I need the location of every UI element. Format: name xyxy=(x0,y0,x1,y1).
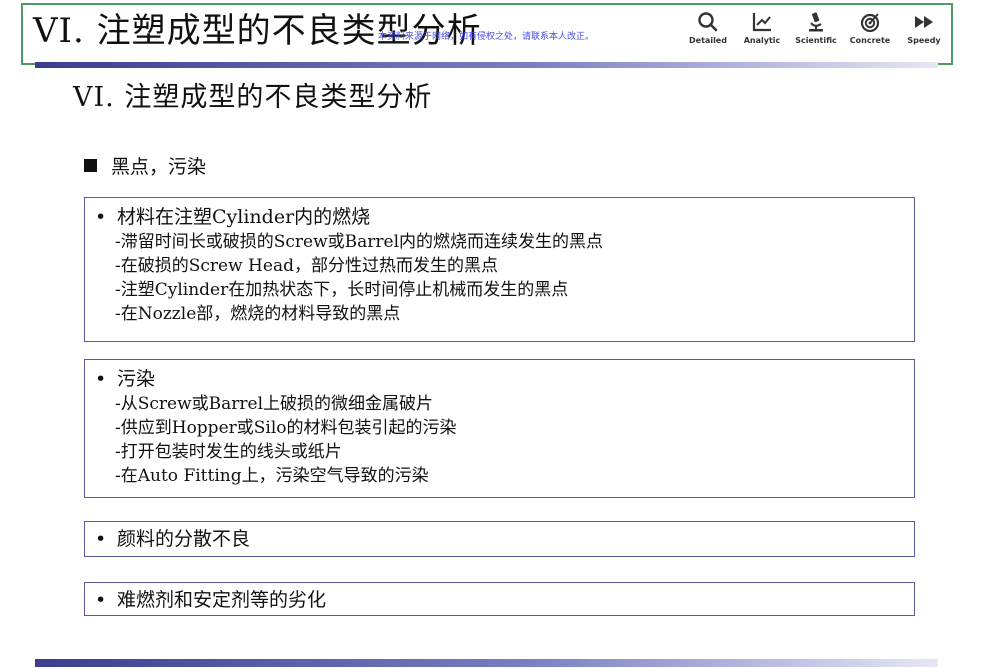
analytic-label: Analytic xyxy=(743,36,781,45)
bullet-heading: • 污染 xyxy=(95,366,904,392)
section-heading: 黑点，污染 xyxy=(84,152,206,179)
list-item: -打开包装时发生的线头或纸片 xyxy=(115,442,342,462)
list-item: -滞留时间长或破损的Screw或Barrel内的燃烧而连续发生的黑点 xyxy=(115,232,604,252)
content-box-flame-retardant: • 难燃剂和安定剂等的劣化 xyxy=(84,582,915,616)
bullet-text: 污染 xyxy=(117,368,156,390)
top-divider xyxy=(35,62,938,68)
bullet-text: 材料在注塑Cylinder内的燃烧 xyxy=(117,206,371,228)
detailed-label: Detailed xyxy=(689,36,727,45)
concrete-badge: Concrete xyxy=(843,11,897,45)
content-box-contamination: • 污染 -从Screw或Barrel上破损的微细金属破片 -供应到Hopper或… xyxy=(84,359,915,498)
list-item: -注塑Cylinder在加热状态下，长时间停止机械而发生的黑点 xyxy=(115,280,569,300)
scientific-label: Scientific xyxy=(795,36,837,45)
content-box-combustion: • 材料在注塑Cylinder内的燃烧 -滞留时间长或破损的Screw或Barre… xyxy=(84,197,915,342)
header-banner: VI. 注塑成型的不良类型分析 本资料来源于网络，如有侵权之处，请联系本人改正。… xyxy=(21,3,953,65)
square-bullet-icon xyxy=(84,159,97,172)
microscope-icon xyxy=(809,12,823,32)
list-item: -在Auto Fitting上，污染空气导致的污染 xyxy=(115,466,429,486)
bullet-heading: • 难燃剂和安定剂等的劣化 xyxy=(95,589,904,611)
list-item: -供应到Hopper或Silo的材料包装引起的污染 xyxy=(115,418,457,438)
analytic-badge: Analytic xyxy=(735,11,789,45)
list-item: -从Screw或Barrel上破损的微细金属破片 xyxy=(115,394,434,414)
bullet-dot-icon: • xyxy=(95,528,107,550)
header-icon-row: Detailed Analytic Scientific Concrete Sp… xyxy=(681,11,951,45)
bullet-text: 难燃剂和安定剂等的劣化 xyxy=(117,589,327,611)
fast-forward-icon xyxy=(915,16,933,28)
section-heading-text: 黑点，污染 xyxy=(111,156,207,178)
speedy-badge: Speedy xyxy=(897,11,951,45)
bullet-heading: • 颜料的分散不良 xyxy=(95,528,904,550)
page-title: VI. 注塑成型的不良类型分析 xyxy=(73,82,433,113)
bullet-dot-icon: • xyxy=(95,206,107,228)
detailed-badge: Detailed xyxy=(681,11,735,45)
bullet-text: 颜料的分散不良 xyxy=(117,528,251,550)
bullet-dot-icon: • xyxy=(95,368,107,390)
concrete-label: Concrete xyxy=(849,36,891,45)
list-item: -在Nozzle部，燃烧的材料导致的黑点 xyxy=(115,304,401,324)
scientific-badge: Scientific xyxy=(789,11,843,45)
bullet-dot-icon: • xyxy=(95,589,107,611)
line-chart-icon xyxy=(752,13,771,32)
speedy-label: Speedy xyxy=(907,36,941,45)
magnifier-icon xyxy=(698,12,718,32)
bottom-divider xyxy=(35,659,938,667)
content-box-pigment: • 颜料的分散不良 xyxy=(84,521,915,557)
watermark-text: 本资料来源于网络，如有侵权之处，请联系本人改正。 xyxy=(378,32,595,42)
target-icon xyxy=(860,13,880,33)
bullet-heading: • 材料在注塑Cylinder内的燃烧 xyxy=(95,204,904,230)
list-item: -在破损的Screw Head，部分性过热而发生的黑点 xyxy=(115,256,498,276)
